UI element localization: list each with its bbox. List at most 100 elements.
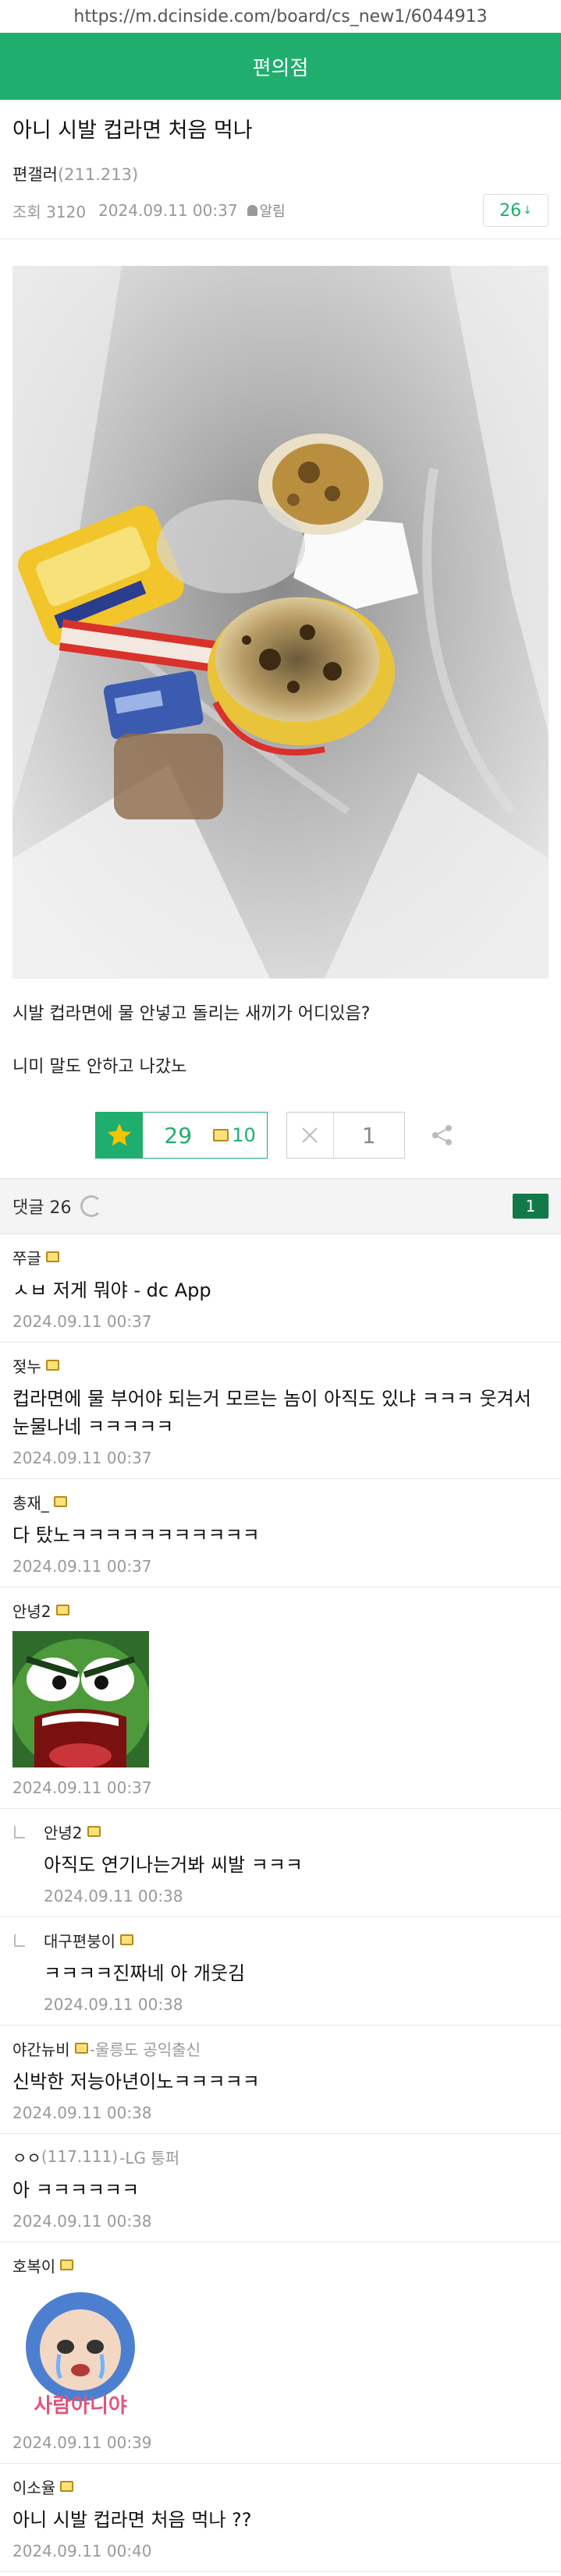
comment-text: 아직도 연기나는거봐 씨발 ㅋㅋㅋ: [44, 1854, 304, 1876]
comment-nick[interactable]: 야간뉴비 -울릉도 공익출신: [12, 2038, 549, 2059]
comment-item: 안녕2 2024.09.11 00:37: [0, 1587, 561, 1809]
nick-text: 젖누: [12, 1357, 41, 1376]
nick-text: ㅇㅇ: [12, 2148, 41, 2167]
dccon-image[interactable]: [10, 1631, 549, 1771]
comment-item: 이소율 아니 시발 컵라면 처음 먹나 ?? 2024.09.11 00:40: [0, 2464, 561, 2572]
post-meta: 조회 3120 2024.09.11 00:37 알림 26 ↓: [12, 193, 549, 228]
comment-date: 2024.09.11 00:39: [12, 2433, 152, 2452]
reply-arrow-icon: [14, 1826, 25, 1838]
refresh-icon[interactable]: [80, 1195, 103, 1217]
fixed-user-icon: [120, 1934, 133, 1945]
nick-text: 야간뉴비: [12, 2040, 70, 2059]
alarm-button[interactable]: 알림: [247, 200, 286, 221]
post-writer[interactable]: 편갤러(211.213): [12, 162, 549, 186]
comment-date: 2024.09.11 00:38: [44, 1887, 183, 1905]
nonrecommend-button[interactable]: 1: [286, 1112, 405, 1159]
fixed-user-icon: [60, 2259, 74, 2270]
comment-date: 2024.09.11 00:37: [12, 1557, 152, 1576]
star-icon: [96, 1113, 144, 1158]
nick-tag: -울릉도 공익출신: [89, 2040, 201, 2059]
url-text: https://m.dcinside.com/board/cs_new1/604…: [73, 6, 488, 27]
comments-count: 댓글 26: [12, 1198, 72, 1218]
post-body-line: 니미 말도 안하고 나갔노: [12, 1057, 187, 1077]
comment-nick[interactable]: 젖누: [12, 1355, 549, 1376]
fixed-user-icon: [87, 1826, 101, 1837]
comment-text: 다 탔노ㅋㅋㅋㅋㅋㅋㅋㅋㅋㅋㅋ: [12, 1524, 260, 1546]
comment-text: ㅋㅋㅋㅋ진짜네 아 개웃김: [44, 1962, 246, 1984]
comment-nick[interactable]: ㅇㅇ (117.111) -LG 퉁퍼: [12, 2146, 549, 2167]
angry-frog-dccon: [10, 1631, 151, 1771]
comment-date: 2024.09.11 00:40: [12, 2542, 152, 2560]
nick-text: 안녕2: [44, 1823, 83, 1842]
comment-nick[interactable]: 호복이: [12, 2255, 549, 2276]
comment-item: 젖누 컵라면에 물 부어야 되는거 모르는 놈이 아직도 있냐 ㅋㅋㅋ 웃겨서 …: [0, 1343, 561, 1479]
nick-ip: (117.111): [41, 2147, 119, 2166]
comment-date: 2024.09.11 00:38: [12, 2104, 152, 2122]
comment-nick[interactable]: 안녕2: [12, 1600, 549, 1621]
fixed-user-icon: [55, 1605, 69, 1615]
comment-item: 호복이 사람아니야 2024.09.11 00:39: [0, 2242, 561, 2464]
nick-text: 이소율: [12, 2478, 56, 2497]
comment-date: 2024.09.11 00:38: [44, 1995, 183, 2014]
nonrecommend-count: 1: [361, 1122, 376, 1148]
post-body: 시발 컵라면에 물 안넣고 돌리는 새끼가 어디있음? 니미 말도 안하고 나갔…: [0, 978, 561, 1080]
comment-text: 컵라면에 물 부어야 되는거 모르는 놈이 아직도 있냐 ㅋㅋㅋ 웃겨서 눈물나…: [12, 1388, 531, 1438]
nick-text: 안녕2: [12, 1601, 51, 1621]
comment-date: 2024.09.11 00:38: [12, 2212, 152, 2231]
writer-nick[interactable]: 편갤러: [12, 165, 58, 184]
alarm-label: 알림: [259, 203, 286, 220]
writer-ip: (211.213): [57, 165, 139, 184]
close-icon: [287, 1113, 334, 1158]
fixed-user-icon: [213, 1129, 229, 1141]
board-name: 편의점: [252, 56, 309, 80]
comment-count-value: 26: [499, 200, 522, 221]
nick-text: 총재_: [12, 1493, 49, 1513]
comment-count-button[interactable]: 26 ↓: [483, 194, 549, 227]
comment-text: 아니 시발 컵라면 처음 먹나 ??: [12, 2509, 252, 2531]
nick-text: 대구편붕이: [44, 1931, 115, 1951]
recommend-button[interactable]: 29 10: [95, 1112, 268, 1159]
comment-date: 2024.09.11 00:37: [12, 1449, 152, 1467]
comment-nick[interactable]: 이소율: [12, 2476, 549, 2497]
comment-item: ㅇㅇ (117.111) -LG 퉁퍼 아 ㅋㅋㅋㅋㅋㅋ 2024.09.11 00…: [0, 2134, 561, 2242]
dccon-text: 사람아니야: [34, 2394, 127, 2418]
comment-item: 총재_ 다 탔노ㅋㅋㅋㅋㅋㅋㅋㅋㅋㅋㅋ 2024.09.11 00:37: [0, 1479, 561, 1587]
view-count: 조회 3120: [12, 202, 87, 221]
comments-header: 댓글 26 1: [0, 1178, 561, 1234]
post-body-line: 시발 컵라면에 물 안넣고 돌리는 새끼가 어디있음?: [12, 1004, 371, 1024]
fixed-user-icon: [45, 1360, 59, 1371]
comment-page-button[interactable]: 1: [513, 1194, 549, 1219]
comment-item: 쭈글 ㅅㅂ 저게 뭐야 - dc App 2024.09.11 00:37: [0, 1234, 561, 1343]
fixed-user-icon: [60, 2481, 74, 2492]
board-header[interactable]: 편의점: [0, 33, 561, 100]
fixed-user-icon: [45, 1251, 59, 1262]
dccon-image[interactable]: 사람아니야: [12, 2286, 549, 2426]
comment-nick[interactable]: 총재_: [12, 1491, 549, 1513]
comment-list: 쭈글 ㅅㅂ 저게 뭐야 - dc App 2024.09.11 00:37 젖누…: [0, 1234, 561, 2572]
comment-date: 2024.09.11 00:37: [12, 1778, 152, 1797]
reply-item: 대구편붕이 ㅋㅋㅋㅋ진짜네 아 개웃김 2024.09.11 00:38: [0, 1917, 561, 2026]
comment-nick[interactable]: 대구편붕이: [44, 1930, 549, 1951]
post-title: 아니 시발 컵라면 처음 먹나: [12, 119, 253, 143]
post-header: 아니 시발 컵라면 처음 먹나 편갤러(211.213) 조회 3120 202…: [0, 100, 561, 239]
comment-item: 야간뉴비 -울릉도 공익출신 신박한 저능아년이노ㅋㅋㅋㅋㅋ 2024.09.11…: [0, 2026, 561, 2134]
fixed-user-icon: [53, 1496, 67, 1507]
fixed-user-icon: [74, 2043, 88, 2054]
comment-nick[interactable]: 쭈글: [12, 1247, 549, 1268]
fixed-recommend: 10: [213, 1113, 267, 1158]
share-icon[interactable]: [419, 1122, 466, 1148]
nick-text: 쭈글: [12, 1248, 41, 1268]
reply-item: 안녕2 아직도 연기나는거봐 씨발 ㅋㅋㅋ 2024.09.11 00:38: [0, 1809, 561, 1917]
vote-row: 29 10 1: [0, 1111, 561, 1159]
post-image[interactable]: [12, 266, 549, 978]
comment-nick[interactable]: 안녕2: [44, 1821, 549, 1842]
reply-arrow-icon: [14, 1934, 25, 1947]
arrow-down-icon: ↓: [523, 204, 532, 217]
comment-date: 2024.09.11 00:37: [12, 1312, 152, 1331]
trash-bag-photo: [12, 266, 549, 978]
address-bar[interactable]: https://m.dcinside.com/board/cs_new1/604…: [0, 0, 561, 33]
crying-character-dccon: 사람아니야: [12, 2286, 149, 2422]
recommend-count: 29: [164, 1122, 193, 1148]
nick-tag: -LG 퉁퍼: [119, 2148, 180, 2167]
bell-icon: [247, 205, 257, 216]
